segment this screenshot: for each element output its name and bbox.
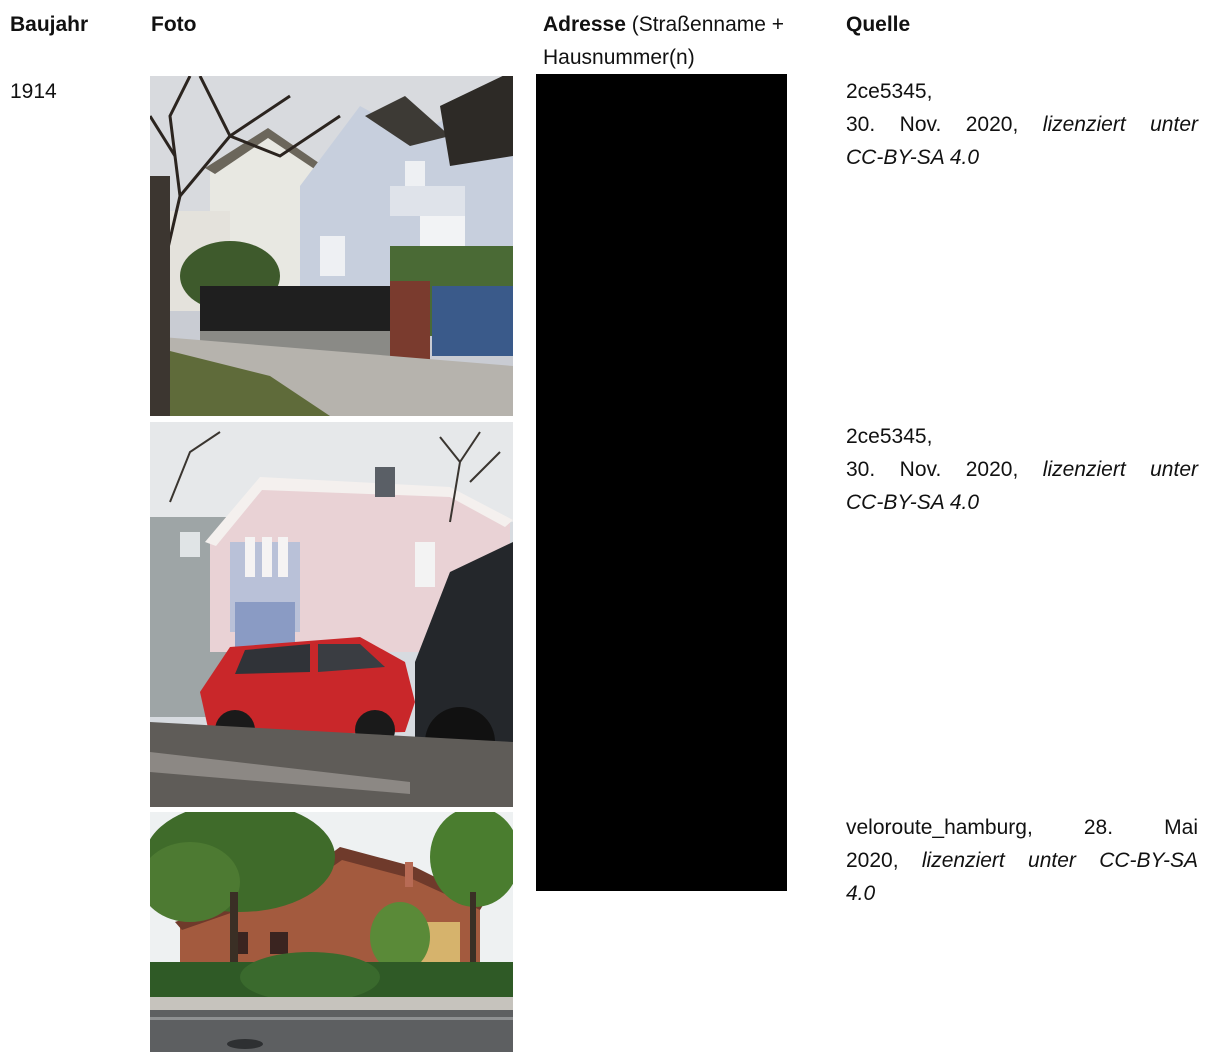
source-date-license: 30. Nov. 2020, lizenziert unter [846,453,1198,486]
header-address-rest: (Straßenname + [625,13,785,36]
source-license-text: lizenziert unter CC-BY-SA [921,849,1198,872]
address-redacted-block [536,74,787,891]
source-date: 30. Nov. 2020, [846,458,1019,481]
source-date-license: 30. Nov. 2020, lizenziert unter [846,108,1198,141]
source-license: CC-BY-SA 4.0 [846,146,980,169]
source-date: 30. Nov. 2020, [846,113,1019,136]
source-license-text: lizenziert unter [1042,458,1198,481]
source-author: veloroute_hamburg, [846,816,1033,839]
source-date: 28. Mai [1083,816,1198,839]
source-entry-3: veloroute_hamburg, 28. Mai 2020, lizenzi… [846,811,1198,910]
photo-villa-white-house [150,76,513,416]
source-entry-2: 2ce5345, 30. Nov. 2020, lizenziert unter… [846,420,1198,519]
source-entry-1: 2ce5345, 30. Nov. 2020, lizenziert unter… [846,75,1198,174]
source-author: 2ce5345, [846,80,933,103]
photo-pink-house-red-car [150,422,513,807]
header-photo: Foto [151,13,197,36]
photo-brick-house-trees [150,812,513,1052]
year-value: 1914 [10,80,57,103]
source-author-date: veloroute_hamburg, 28. Mai [846,811,1198,844]
source-year-license: 2020, lizenziert unter CC-BY-SA [846,844,1198,877]
source-license: 4.0 [846,882,876,905]
source-license-text: lizenziert unter [1042,113,1198,136]
source-year: 2020, [846,849,899,872]
source-author: 2ce5345, [846,425,933,448]
header-address-bold: Adresse [543,13,626,36]
header-address-rest-2: Hausnummer(n) [543,46,695,69]
source-license: CC-BY-SA 4.0 [846,491,980,514]
header-year: Baujahr [10,13,89,36]
header-address: Adresse (Straßenname + Hausnummer(n) [543,8,843,74]
header-source: Quelle [846,13,911,36]
